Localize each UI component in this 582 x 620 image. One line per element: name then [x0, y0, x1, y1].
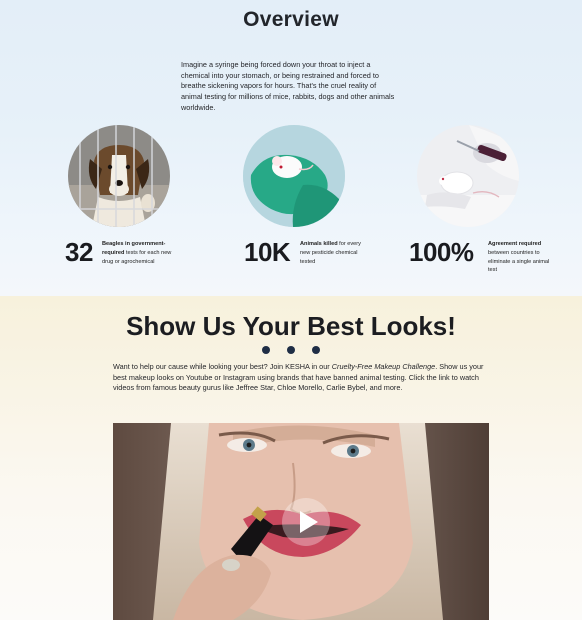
- stat-number-agreement: 100%: [409, 237, 474, 267]
- stat-label-beagles: Beagles in government-required tests for…: [102, 240, 182, 266]
- play-button[interactable]: [282, 498, 330, 546]
- stat-label-animals: Animals killed for every new pesticide c…: [300, 240, 366, 266]
- stat-label-agreement-rest: between countries to eliminate a single …: [488, 249, 550, 274]
- stat-number-animals: 10K: [244, 237, 291, 267]
- dot-1[interactable]: [262, 346, 270, 354]
- looks-title: Show Us Your Best Looks!: [126, 311, 456, 341]
- stat-label-agreement-bold: Agreement required: [488, 241, 542, 247]
- dot-3[interactable]: [312, 346, 320, 354]
- looks-desc-italic: Cruelty-Free Makeup Challenge: [331, 362, 436, 371]
- looks-desc-before: Want to help our cause while looking you…: [113, 362, 332, 371]
- beagle-image: [68, 125, 170, 227]
- overview-title: Overview: [243, 8, 339, 31]
- mouse-glove-image: [243, 125, 345, 227]
- makeup-video[interactable]: [113, 423, 489, 620]
- dot-2[interactable]: [287, 346, 295, 354]
- stat-label-animals-bold: Animals killed: [300, 241, 338, 247]
- carousel-dots: [262, 346, 322, 356]
- looks-description: Want to help our cause while looking you…: [113, 362, 491, 394]
- stat-label-agreement: Agreement required between countries to …: [488, 240, 552, 275]
- syringe-mouse-image: [417, 125, 519, 227]
- play-icon: [300, 511, 318, 533]
- stat-number-beagles: 32: [65, 237, 93, 267]
- overview-intro: Imagine a syringe being forced down your…: [181, 60, 395, 112]
